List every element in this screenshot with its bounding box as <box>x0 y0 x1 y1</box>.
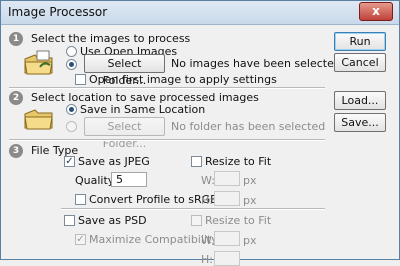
step-3-badge: 3 <box>9 144 23 158</box>
save-jpeg-label: Save as JPEG <box>78 155 150 168</box>
folder-icon <box>24 109 53 130</box>
save-psd-checkbox[interactable] <box>64 215 75 226</box>
save-select-folder-button[interactable]: Select Folder... <box>84 117 165 150</box>
load-button[interactable]: Load... <box>334 91 386 110</box>
psd-w-input[interactable] <box>214 231 240 246</box>
jpeg-w-unit: px <box>243 174 257 187</box>
folder-status: No folder has been selected <box>171 120 326 133</box>
divider-1 <box>9 87 325 89</box>
maximize-compat-label: Maximize Compatibility <box>89 233 218 246</box>
save-select-folder-radio[interactable] <box>66 121 77 132</box>
divider-3 <box>61 208 325 210</box>
open-first-checkbox[interactable] <box>75 74 86 85</box>
save-same-location-label: Save in Same Location <box>80 103 206 116</box>
open-first-label: Open first image to apply settings <box>89 73 277 86</box>
jpeg-h-unit: px <box>243 194 257 207</box>
convert-srgb-label: Convert Profile to sRGB <box>89 193 218 206</box>
jpeg-h-label: H: <box>201 194 213 207</box>
resize-jpeg-label: Resize to Fit <box>205 155 272 168</box>
section1-heading: Select the images to process <box>31 32 191 45</box>
resize-psd-label: Resize to Fit <box>205 214 272 227</box>
jpeg-w-input[interactable] <box>214 171 240 186</box>
maximize-compat-checkbox[interactable]: ✓ <box>75 234 86 245</box>
save-psd-label: Save as PSD <box>78 214 147 227</box>
images-status: No images have been selected <box>171 57 341 70</box>
step-1-badge: 1 <box>9 32 23 46</box>
quality-input[interactable]: 5 <box>111 172 147 187</box>
step-2-badge: 2 <box>9 91 23 105</box>
cancel-button[interactable]: Cancel <box>334 53 386 72</box>
jpeg-w-label: W: <box>201 174 215 187</box>
psd-w-unit: px <box>243 234 257 247</box>
save-settings-button[interactable]: Save... <box>334 113 386 132</box>
save-jpeg-checkbox[interactable]: ✓ <box>64 156 75 167</box>
convert-srgb-checkbox[interactable] <box>75 194 86 205</box>
psd-w-label: W: <box>201 234 215 247</box>
close-button[interactable]: x <box>359 2 393 21</box>
resize-jpeg-checkbox[interactable] <box>191 156 202 167</box>
title-bar: Image Processor x <box>1 1 399 25</box>
window-title: Image Processor <box>8 5 108 19</box>
use-open-images-radio[interactable] <box>66 46 77 57</box>
image-processor-dialog: Image Processor x 1 Select the images to… <box>0 0 400 266</box>
divider-2 <box>9 139 325 141</box>
select-folder-radio[interactable] <box>66 59 77 70</box>
run-button[interactable]: Run <box>334 32 386 51</box>
psd-h-input[interactable] <box>214 251 240 266</box>
select-folder-button[interactable]: Select Folder... <box>84 54 165 87</box>
save-same-location-radio[interactable] <box>66 104 77 115</box>
resize-psd-checkbox[interactable] <box>191 215 202 226</box>
jpeg-h-input[interactable] <box>214 191 240 206</box>
folder-icon <box>24 50 53 75</box>
